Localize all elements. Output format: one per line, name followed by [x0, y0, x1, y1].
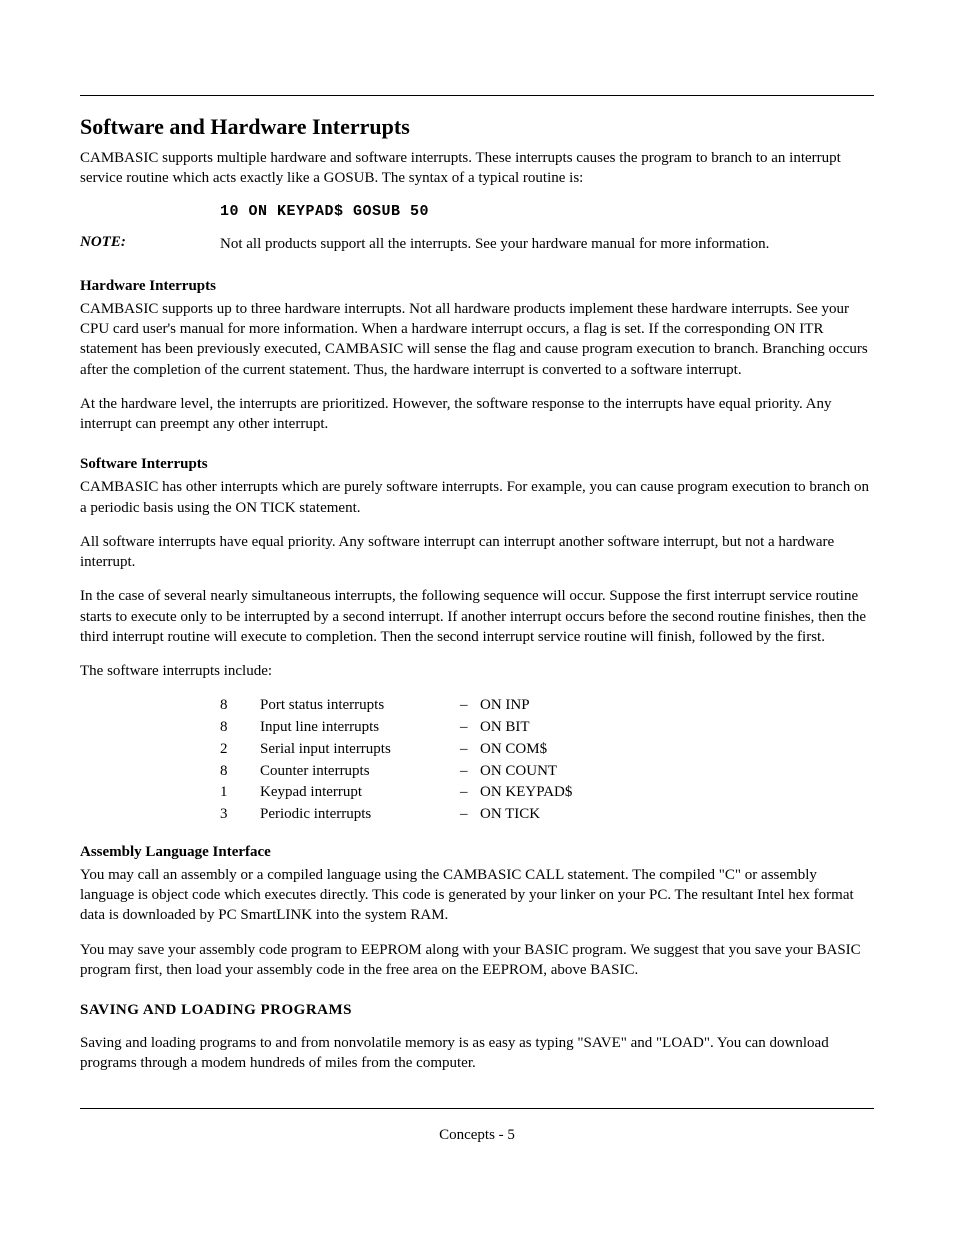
dash-cell: –	[460, 695, 480, 717]
cmd-cell: ON INP	[480, 695, 530, 717]
assembly-heading: Assembly Language Interface	[80, 844, 874, 861]
count-cell: 8	[220, 695, 260, 717]
desc-cell: Counter interrupts	[260, 761, 460, 783]
dash-cell: –	[460, 717, 480, 739]
desc-cell: Port status interrupts	[260, 695, 460, 717]
count-cell: 8	[220, 761, 260, 783]
cmd-cell: ON COM$	[480, 739, 547, 761]
page-footer: Concepts - 5	[80, 1127, 874, 1144]
hardware-p2: At the hardware level, the interrupts ar…	[80, 394, 874, 435]
desc-cell: Keypad interrupt	[260, 782, 460, 804]
count-cell: 3	[220, 804, 260, 826]
saving-loading-heading: SAVING AND LOADING PROGRAMS	[80, 1002, 874, 1019]
table-row: 8 Port status interrupts – ON INP	[220, 695, 874, 717]
cmd-cell: ON COUNT	[480, 761, 557, 783]
assembly-p1: You may call an assembly or a compiled l…	[80, 865, 874, 926]
page-title: Software and Hardware Interrupts	[80, 114, 874, 140]
software-p3: In the case of several nearly simultaneo…	[80, 586, 874, 647]
hardware-interrupts-heading: Hardware Interrupts	[80, 278, 874, 295]
count-cell: 2	[220, 739, 260, 761]
desc-cell: Input line interrupts	[260, 717, 460, 739]
dash-cell: –	[460, 782, 480, 804]
cmd-cell: ON TICK	[480, 804, 540, 826]
table-row: 8 Input line interrupts – ON BIT	[220, 717, 874, 739]
count-cell: 8	[220, 717, 260, 739]
cmd-cell: ON BIT	[480, 717, 530, 739]
intro-paragraph: CAMBASIC supports multiple hardware and …	[80, 148, 874, 189]
cmd-cell: ON KEYPAD$	[480, 782, 572, 804]
top-rule	[80, 95, 874, 96]
software-p1: CAMBASIC has other interrupts which are …	[80, 477, 874, 518]
dash-cell: –	[460, 739, 480, 761]
note-text: Not all products support all the interru…	[220, 234, 769, 254]
bottom-rule	[80, 1108, 874, 1109]
document-page: Software and Hardware Interrupts CAMBASI…	[0, 0, 954, 1204]
count-cell: 1	[220, 782, 260, 804]
desc-cell: Serial input interrupts	[260, 739, 460, 761]
note-label: NOTE:	[80, 234, 220, 254]
code-example: 10 ON KEYPAD$ GOSUB 50	[220, 203, 874, 220]
dash-cell: –	[460, 804, 480, 826]
note-row: NOTE: Not all products support all the i…	[80, 234, 874, 254]
software-interrupts-heading: Software Interrupts	[80, 456, 874, 473]
interrupt-table: 8 Port status interrupts – ON INP 8 Inpu…	[220, 695, 874, 826]
table-row: 8 Counter interrupts – ON COUNT	[220, 761, 874, 783]
saving-p1: Saving and loading programs to and from …	[80, 1033, 874, 1074]
desc-cell: Periodic interrupts	[260, 804, 460, 826]
table-row: 3 Periodic interrupts – ON TICK	[220, 804, 874, 826]
table-row: 1 Keypad interrupt – ON KEYPAD$	[220, 782, 874, 804]
hardware-p1: CAMBASIC supports up to three hardware i…	[80, 299, 874, 380]
assembly-p2: You may save your assembly code program …	[80, 940, 874, 981]
software-p4: The software interrupts include:	[80, 661, 874, 681]
software-p2: All software interrupts have equal prior…	[80, 532, 874, 573]
table-row: 2 Serial input interrupts – ON COM$	[220, 739, 874, 761]
dash-cell: –	[460, 761, 480, 783]
